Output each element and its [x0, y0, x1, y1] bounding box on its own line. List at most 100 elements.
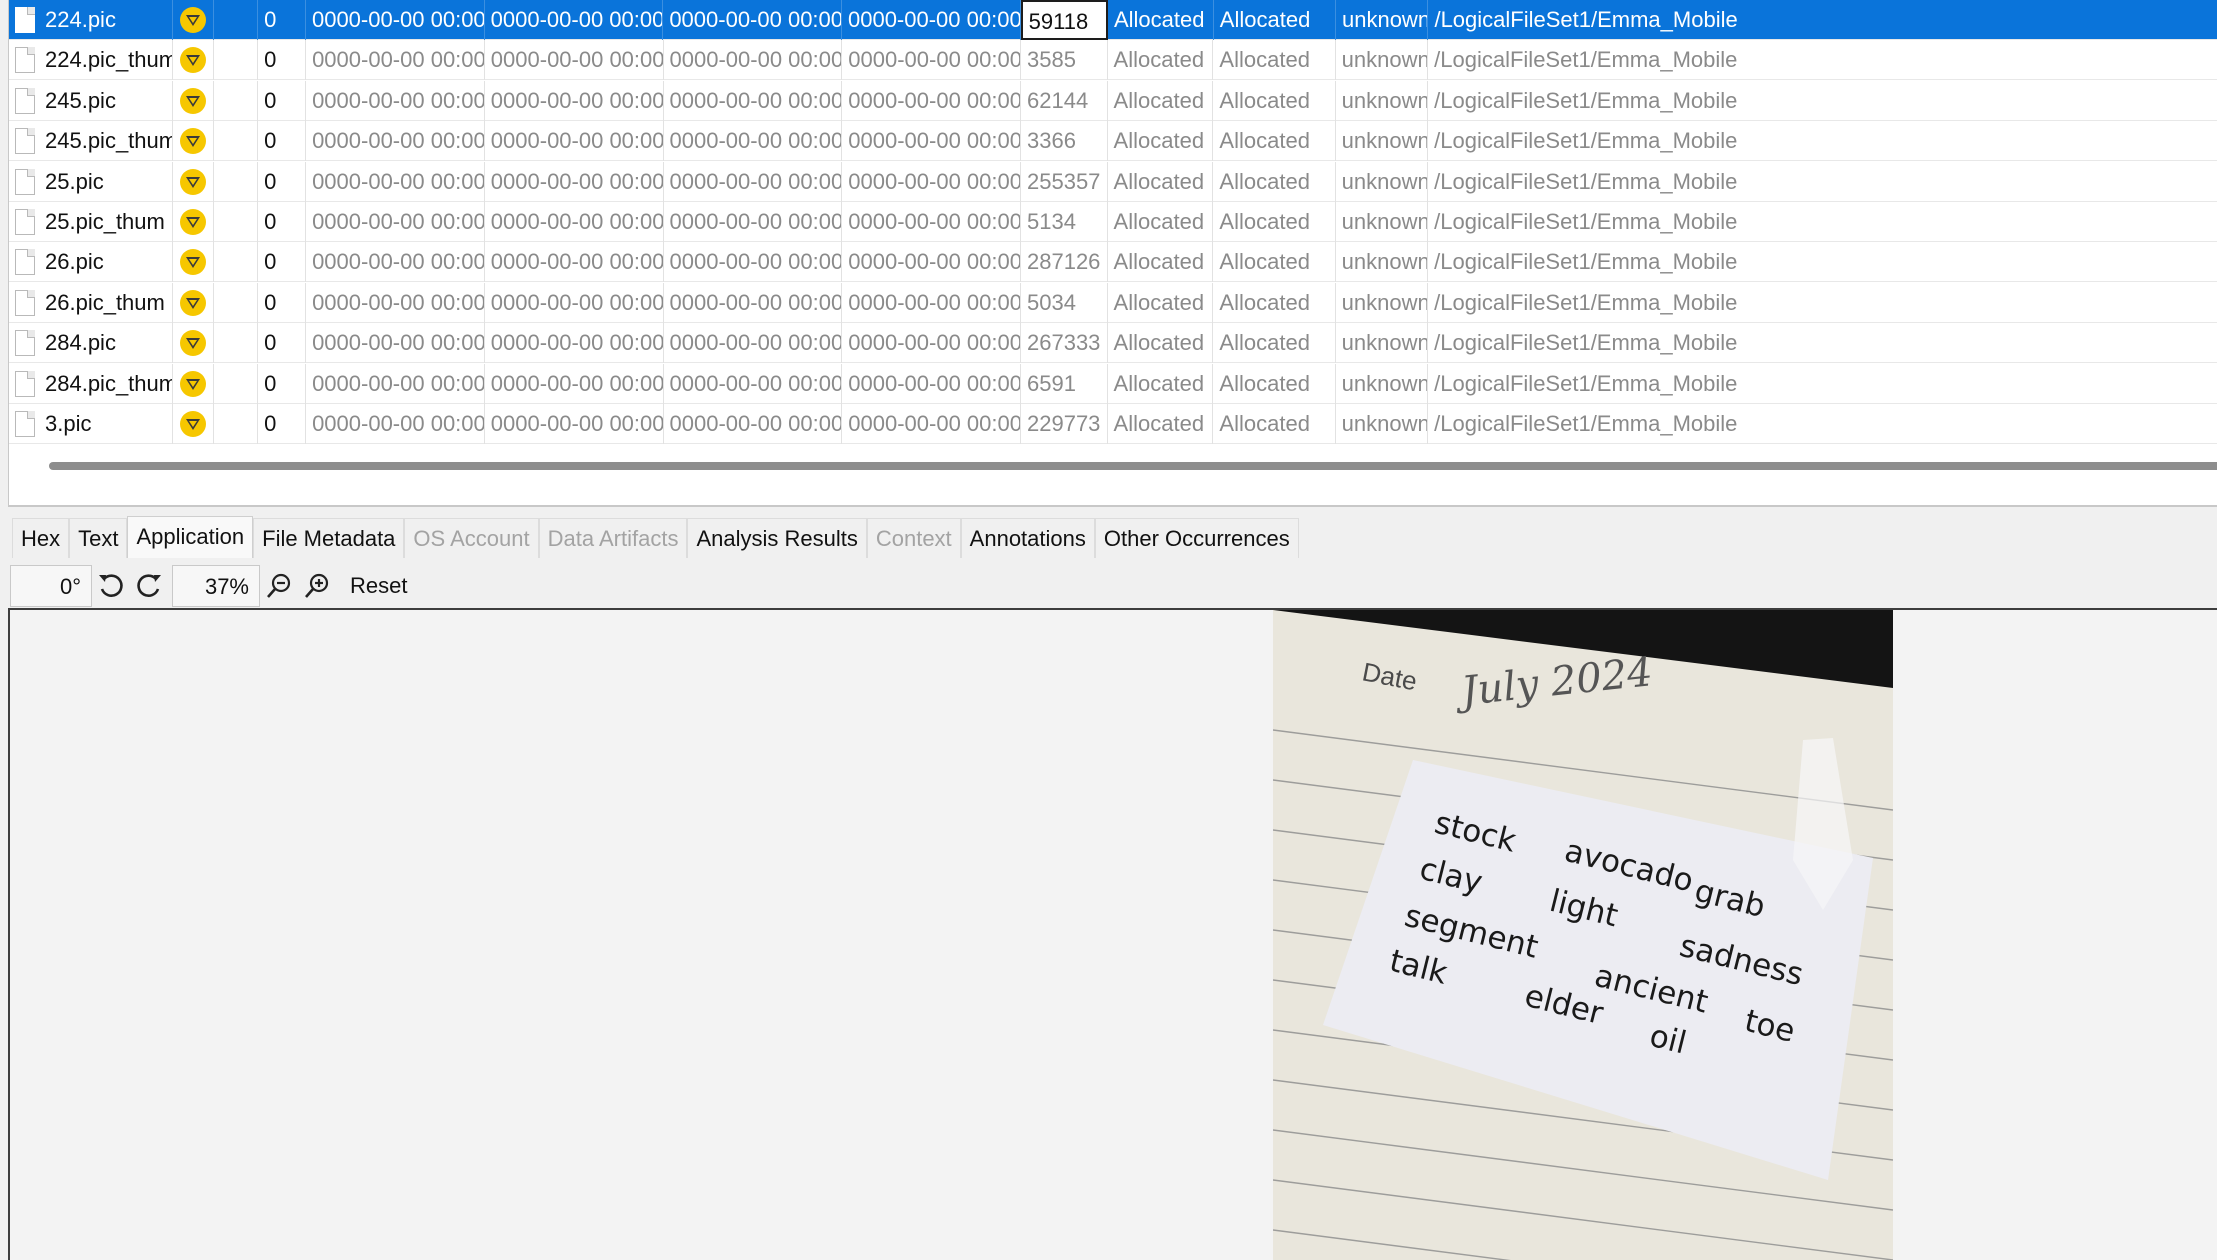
- yellow-warning-icon: [179, 47, 206, 74]
- date-accessed-cell: 0000-00-00 00:00:00: [485, 323, 664, 364]
- known-cell: unknown: [1336, 121, 1429, 162]
- score-cell: [173, 121, 214, 162]
- rotate-right-icon[interactable]: [130, 565, 168, 607]
- horizontal-scrollbar[interactable]: [49, 462, 2217, 470]
- file-name-cell[interactable]: 26.pic: [9, 242, 173, 283]
- size-cell[interactable]: 255357: [1021, 161, 1108, 202]
- file-name-cell[interactable]: 224.pic_thum: [9, 40, 173, 81]
- file-icon: [15, 249, 35, 276]
- date-accessed-cell: 0000-00-00 00:00:00: [485, 80, 664, 121]
- date-created-cell: 0000-00-00 00:00:00: [306, 161, 485, 202]
- known-cell: unknown: [1336, 80, 1429, 121]
- tab-text[interactable]: Text: [69, 518, 128, 558]
- tab-os-account[interactable]: OS Account: [404, 518, 539, 558]
- table-row[interactable]: 284.pic00000-00-00 00:00:000000-00-00 00…: [9, 323, 2217, 364]
- zoom-in-icon[interactable]: [298, 565, 336, 607]
- file-name: 26.pic_thum: [45, 289, 165, 315]
- zoom-out-icon[interactable]: [260, 565, 298, 607]
- size-cell[interactable]: 229773: [1021, 404, 1108, 444]
- tab-context[interactable]: Context: [866, 518, 961, 558]
- file-name-cell[interactable]: 26.pic_thum: [9, 282, 173, 323]
- date-created-cell: 0000-00-00 00:00:00: [306, 80, 485, 121]
- occurrences-cell: 0: [258, 404, 307, 444]
- table-row[interactable]: 25.pic_thum00000-00-00 00:00:000000-00-0…: [9, 202, 2217, 242]
- score-cell: [173, 404, 214, 444]
- occurrences-cell: 0: [258, 121, 307, 162]
- table-row[interactable]: 3.pic00000-00-00 00:00:000000-00-00 00:0…: [9, 404, 2217, 444]
- file-name: 224.pic_thum: [45, 47, 173, 73]
- date-changed-cell: 0000-00-00 00:00:00: [664, 242, 843, 283]
- tab-other-occurrences[interactable]: Other Occurrences: [1094, 518, 1299, 558]
- zoom-field[interactable]: 37%: [172, 565, 260, 607]
- yellow-warning-icon: [179, 289, 206, 316]
- flags-meta-cell: Allocated: [1108, 404, 1214, 444]
- file-icon: [15, 7, 35, 33]
- yellow-warning-icon: [179, 87, 206, 114]
- yellow-warning-icon: [179, 168, 206, 195]
- file-name-cell[interactable]: 25.pic_thum: [9, 202, 173, 242]
- rotation-field[interactable]: 0°: [10, 565, 92, 607]
- flags-dir-cell: Allocated: [1213, 40, 1336, 81]
- table-row[interactable]: 245.pic00000-00-00 00:00:000000-00-00 00…: [9, 80, 2217, 121]
- image-toolbar: 0° 37% Reset: [10, 562, 2217, 610]
- flags-dir-cell: Allocated: [1213, 202, 1336, 242]
- date-modified-cell: 0000-00-00 00:00:00: [842, 80, 1021, 121]
- size-cell[interactable]: 5134: [1021, 202, 1108, 242]
- rotate-left-icon[interactable]: [92, 565, 130, 607]
- reset-button[interactable]: Reset: [350, 565, 407, 607]
- date-modified-cell: 0000-00-00 00:00:00: [842, 40, 1021, 81]
- date-modified-cell: 0000-00-00 00:00:00: [842, 363, 1021, 404]
- size-cell[interactable]: 267333: [1021, 323, 1108, 364]
- known-cell: unknown: [1336, 242, 1429, 283]
- file-name-cell[interactable]: 25.pic: [9, 161, 173, 202]
- file-name-cell[interactable]: 284.pic: [9, 323, 173, 364]
- size-cell[interactable]: 3366: [1021, 121, 1108, 162]
- table-row[interactable]: 25.pic00000-00-00 00:00:000000-00-00 00:…: [9, 161, 2217, 202]
- file-name-cell[interactable]: 224.pic: [9, 0, 173, 40]
- occurrences-cell: 0: [258, 323, 307, 364]
- date-changed-cell: 0000-00-00 00:00:00: [664, 121, 843, 162]
- table-row[interactable]: 245.pic_thum00000-00-00 00:00:000000-00-…: [9, 121, 2217, 162]
- known-cell: unknown: [1336, 404, 1429, 444]
- flags-meta-cell: Allocated: [1108, 0, 1214, 40]
- file-name-cell[interactable]: 284.pic_thum: [9, 363, 173, 404]
- tab-analysis-results[interactable]: Analysis Results: [687, 518, 867, 558]
- table-row[interactable]: 224.pic00000-00-00 00:00:000000-00-00 00…: [9, 0, 2217, 40]
- size-cell[interactable]: 59118: [1020, 0, 1108, 40]
- tab-application[interactable]: Application: [127, 516, 254, 558]
- size-cell[interactable]: 5034: [1021, 282, 1108, 323]
- known-cell: unknown: [1336, 323, 1429, 364]
- location-cell: /LogicalFileSet1/Emma_Mobile: [1428, 162, 2217, 202]
- yellow-warning-icon: [179, 330, 206, 357]
- size-cell[interactable]: 287126: [1021, 242, 1108, 283]
- comment-cell: [214, 0, 259, 40]
- date-created-cell: 0000-00-00 00:00:00: [306, 323, 485, 364]
- file-name-cell[interactable]: 245.pic: [9, 80, 173, 121]
- file-name-cell[interactable]: 245.pic_thum: [9, 121, 173, 162]
- table-row[interactable]: 26.pic00000-00-00 00:00:000000-00-00 00:…: [9, 242, 2217, 283]
- location-cell: /LogicalFileSet1/Emma_Mobile: [1428, 404, 2217, 444]
- file-name-cell[interactable]: 3.pic: [9, 404, 173, 444]
- table-row[interactable]: 224.pic_thum00000-00-00 00:00:000000-00-…: [9, 40, 2217, 81]
- known-cell: unknown: [1336, 282, 1429, 323]
- date-created-cell: 0000-00-00 00:00:00: [306, 0, 485, 40]
- notebook-photo: Date July 2024 stock avocado grab clay l…: [1273, 610, 1893, 1260]
- comment-cell: [214, 40, 259, 81]
- date-created-cell: 0000-00-00 00:00:00: [306, 121, 485, 162]
- size-cell[interactable]: 3585: [1021, 40, 1108, 81]
- date-modified-cell: 0000-00-00 00:00:00: [842, 404, 1021, 444]
- table-row[interactable]: 284.pic_thum00000-00-00 00:00:000000-00-…: [9, 363, 2217, 404]
- size-cell[interactable]: 62144: [1021, 80, 1108, 121]
- tab-file-metadata[interactable]: File Metadata: [253, 518, 405, 558]
- tab-data-artifacts[interactable]: Data Artifacts: [538, 518, 688, 558]
- flags-meta-cell: Allocated: [1108, 202, 1214, 242]
- comment-cell: [214, 121, 259, 162]
- date-changed-cell: 0000-00-00 00:00:00: [664, 202, 843, 242]
- size-cell[interactable]: 6591: [1021, 363, 1108, 404]
- tab-annotations[interactable]: Annotations: [960, 518, 1095, 558]
- flags-dir-cell: Allocated: [1213, 323, 1336, 364]
- comment-cell: [214, 161, 259, 202]
- tab-hex[interactable]: Hex: [12, 518, 70, 558]
- table-row[interactable]: 26.pic_thum00000-00-00 00:00:000000-00-0…: [9, 282, 2217, 323]
- file-icon: [15, 289, 35, 316]
